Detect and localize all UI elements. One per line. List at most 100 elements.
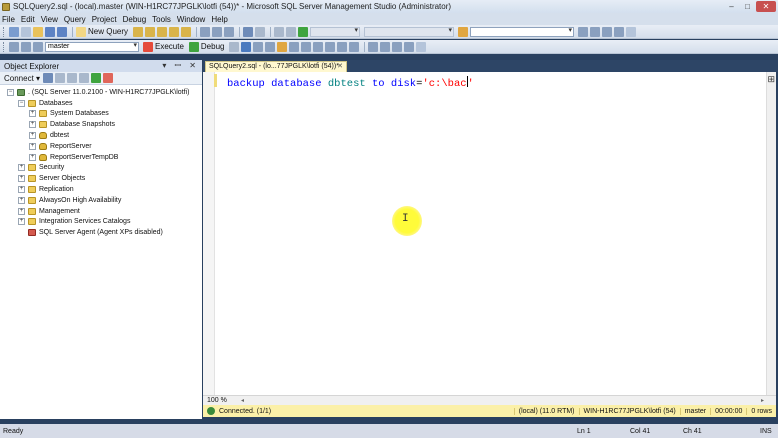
client-statistics-icon[interactable]: [313, 41, 324, 52]
object-explorer-icon[interactable]: [578, 26, 589, 37]
comment-out-icon[interactable]: [368, 41, 379, 52]
menu-project[interactable]: Project: [92, 15, 117, 24]
toolbar-grip[interactable]: [3, 41, 6, 52]
tree-node[interactable]: + System Databases: [0, 109, 202, 120]
close-icon[interactable]: ✕: [756, 1, 776, 12]
activity-monitor-icon[interactable]: [103, 73, 114, 83]
navigate-forward-icon[interactable]: [286, 26, 297, 37]
copy-icon[interactable]: [212, 26, 223, 37]
decrease-indent-icon[interactable]: [392, 41, 403, 52]
expand-icon[interactable]: +: [18, 186, 25, 194]
menu-debug[interactable]: Debug: [123, 15, 147, 24]
tab-close-icon[interactable]: ✕: [337, 62, 343, 72]
estimated-plan-icon[interactable]: [253, 41, 264, 52]
toolbar-options-icon[interactable]: [626, 26, 637, 37]
menu-view[interactable]: View: [41, 15, 58, 24]
start-debugging-icon[interactable]: [298, 26, 309, 37]
add-item-icon[interactable]: [21, 26, 31, 37]
cancel-query-icon[interactable]: [229, 41, 240, 52]
uncomment-icon[interactable]: [380, 41, 391, 52]
expand-icon[interactable]: +: [29, 132, 36, 140]
expand-icon[interactable]: +: [29, 110, 36, 118]
toolbar-grip[interactable]: [3, 26, 6, 37]
solution-configurations-dropdown[interactable]: [310, 26, 361, 37]
new-query-icon[interactable]: [76, 26, 86, 37]
tree-node[interactable]: + Server Objects: [0, 173, 202, 184]
connect-dropdown-button[interactable]: Connect ▾: [4, 74, 40, 83]
menu-edit[interactable]: Edit: [21, 15, 35, 24]
query-editor[interactable]: backup database dbtest to disk='c:\bac' …: [203, 72, 776, 395]
disconnect-icon[interactable]: [21, 41, 31, 52]
results-to-text-icon[interactable]: [325, 41, 336, 52]
new-query-button[interactable]: New Query: [88, 27, 128, 36]
menu-help[interactable]: Help: [211, 15, 227, 24]
tree-node[interactable]: SQL Server Agent (Agent XPs disabled): [0, 227, 202, 238]
mdx-query-icon[interactable]: [157, 26, 168, 37]
connect-icon[interactable]: [9, 41, 19, 52]
analysis-query-icon[interactable]: [145, 26, 156, 37]
toolbox-icon[interactable]: [614, 26, 625, 37]
expand-icon[interactable]: +: [18, 175, 25, 183]
stop-icon[interactable]: [67, 73, 78, 83]
tree-node[interactable]: + Security: [0, 163, 202, 174]
filter-icon[interactable]: [79, 73, 90, 83]
query-options-icon[interactable]: [277, 41, 288, 52]
find-combo[interactable]: [470, 26, 575, 37]
open-file-icon[interactable]: [33, 26, 43, 37]
scroll-left-icon[interactable]: ◂: [241, 397, 244, 404]
parse-icon[interactable]: [241, 41, 252, 52]
tree-node[interactable]: − Databases: [0, 98, 202, 109]
navigate-backward-icon[interactable]: [274, 26, 285, 37]
menu-query[interactable]: Query: [64, 15, 86, 24]
collapse-icon[interactable]: −: [7, 88, 14, 96]
redo-icon[interactable]: [255, 26, 266, 37]
change-connection-icon[interactable]: [33, 41, 43, 52]
expand-icon[interactable]: +: [29, 142, 36, 150]
expand-icon[interactable]: +: [18, 218, 25, 226]
available-databases-dropdown[interactable]: master: [45, 41, 139, 52]
find-in-files-icon[interactable]: [458, 26, 469, 37]
results-to-file-icon[interactable]: [349, 41, 360, 52]
dmx-query-icon[interactable]: [169, 26, 180, 37]
collapse-icon[interactable]: −: [18, 99, 25, 107]
include-actual-plan-icon[interactable]: [301, 41, 312, 52]
debug-button[interactable]: Debug: [201, 42, 225, 51]
properties-window-icon[interactable]: [602, 26, 613, 37]
xmla-query-icon[interactable]: [181, 26, 192, 37]
query-designer-icon[interactable]: [265, 41, 276, 52]
code-line-1[interactable]: backup database dbtest to disk='c:\bac': [227, 76, 474, 90]
maximize-icon[interactable]: □: [740, 1, 755, 12]
intellisense-icon[interactable]: [289, 41, 300, 52]
tab-sqlquery2[interactable]: SQLQuery2.sql - (lo...77JPGLK\lotfi (54)…: [205, 61, 347, 72]
tree-node[interactable]: + Replication: [0, 184, 202, 195]
menu-file[interactable]: File: [2, 15, 15, 24]
expand-icon[interactable]: +: [18, 164, 25, 172]
tree-node[interactable]: + AlwaysOn High Availability: [0, 195, 202, 206]
cut-icon[interactable]: [200, 26, 211, 37]
results-to-grid-icon[interactable]: [337, 41, 348, 52]
solution-platforms-dropdown[interactable]: [364, 26, 455, 37]
tree-node[interactable]: + Management: [0, 206, 202, 217]
editor-vertical-scrollbar[interactable]: ⊞: [766, 72, 776, 395]
execute-icon[interactable]: [143, 41, 153, 52]
panel-pin-icons[interactable]: ▾ ꟷ ✕: [162, 60, 199, 71]
expand-icon[interactable]: +: [29, 153, 36, 161]
paste-icon[interactable]: [224, 26, 235, 37]
zoom-dropdown[interactable]: 100 %: [203, 397, 241, 404]
undo-icon[interactable]: [243, 26, 254, 37]
execute-button[interactable]: Execute: [155, 42, 184, 51]
db-engine-query-icon[interactable]: [133, 26, 144, 37]
template-explorer-icon[interactable]: [590, 26, 601, 37]
tree-node[interactable]: + Database Snapshots: [0, 119, 202, 130]
minimize-icon[interactable]: –: [724, 1, 739, 12]
disconnect-icon[interactable]: [55, 73, 66, 83]
menu-tools[interactable]: Tools: [152, 15, 171, 24]
tree-node[interactable]: + dbtest: [0, 130, 202, 141]
tree-node[interactable]: + Integration Services Catalogs: [0, 217, 202, 228]
expand-icon[interactable]: +: [29, 121, 36, 129]
splitter-icon[interactable]: ⊞: [767, 74, 775, 85]
debug-icon[interactable]: [188, 41, 199, 52]
refresh-icon[interactable]: [91, 73, 102, 83]
new-project-icon[interactable]: [9, 26, 19, 37]
expand-icon[interactable]: +: [18, 196, 25, 204]
